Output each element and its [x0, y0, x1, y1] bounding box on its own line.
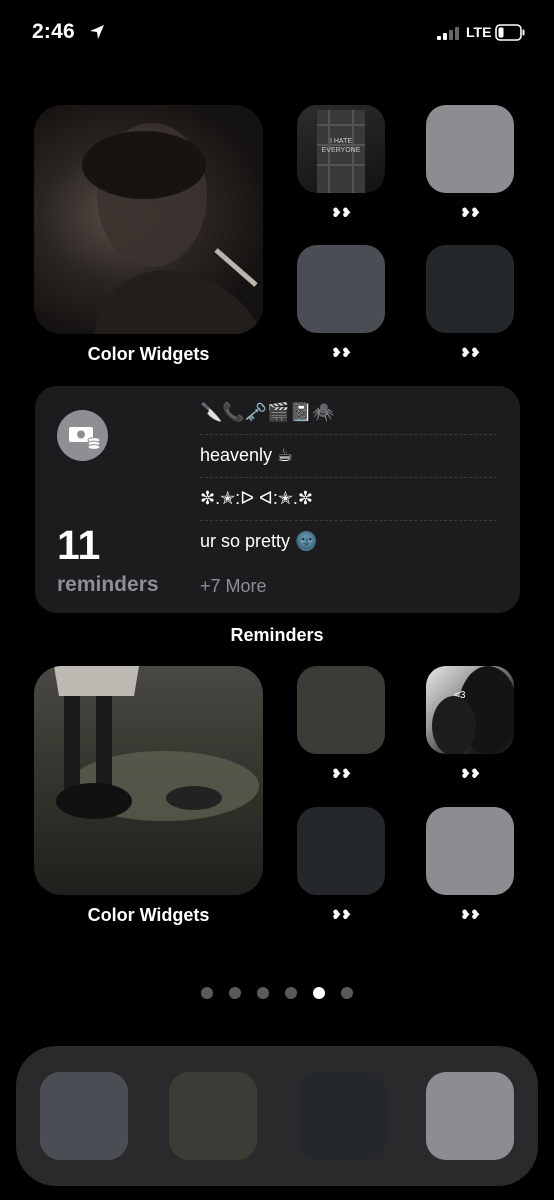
page-dot-active[interactable] [313, 987, 325, 999]
page-dot[interactable] [229, 987, 241, 999]
status-time: 2:46 [32, 20, 75, 43]
page-dot[interactable] [285, 987, 297, 999]
tile-label: ❥❥ [460, 345, 481, 360]
dock-app-olive[interactable] [169, 1072, 257, 1160]
widget-label: Color Widgets [87, 344, 210, 364]
app-tile-gray[interactable] [426, 807, 514, 895]
widget-label: Color Widgets [87, 905, 210, 925]
page-dot[interactable] [341, 987, 353, 999]
portrait-photo-icon [82, 123, 263, 334]
app-tile-slate[interactable] [297, 245, 385, 333]
shirt-photo-icon: I HATE EVERYONE [317, 110, 365, 193]
photo-widget-portrait[interactable] [34, 105, 263, 334]
reminders-caption: Reminders [230, 625, 324, 645]
dock-app-gray[interactable] [426, 1072, 514, 1160]
battery-icon [495, 24, 525, 41]
tile-label: ❥❥ [331, 205, 352, 220]
girl-photo-icon: <3 [432, 666, 514, 754]
app-tile-olive[interactable] [297, 666, 385, 754]
app-tile-charcoal[interactable] [426, 245, 514, 333]
page-dot[interactable] [257, 987, 269, 999]
app-tile-photo-girl[interactable]: <3 [426, 666, 514, 754]
tile-label: ❥❥ [460, 205, 481, 220]
tile-label: ❥❥ [331, 907, 352, 922]
app-tile-gray[interactable] [426, 105, 514, 193]
svg-text:I HATE: I HATE [330, 138, 352, 145]
app-tile-charcoal[interactable] [297, 807, 385, 895]
svg-text:EVERYONE: EVERYONE [322, 147, 361, 154]
page-dot[interactable] [201, 987, 213, 999]
reminders-count: 11 [57, 522, 101, 568]
tile-label: ❥❥ [331, 345, 352, 360]
puddle-photo-icon [54, 666, 259, 821]
reminders-count-label: reminders [57, 573, 159, 596]
money-icon [57, 410, 108, 461]
network-type: LTE [466, 24, 492, 40]
tile-label: ❥❥ [460, 766, 481, 781]
reminder-item[interactable]: ✼.✭:ᐅ ᐊ:✭.✼ [200, 477, 497, 521]
reminders-more-link[interactable]: +7 More [200, 576, 267, 597]
reminder-item[interactable]: ur so pretty 🌚 [200, 520, 497, 563]
photo-widget-puddle[interactable] [34, 666, 263, 895]
dock-app-slate[interactable] [40, 1072, 128, 1160]
reminder-item[interactable]: 🔪📞🗝️🎬📓🕷️ [200, 391, 497, 435]
tile-label: ❥❥ [460, 907, 481, 922]
location-arrow-icon [90, 25, 104, 39]
reminder-item[interactable]: heavenly ☕ [200, 434, 497, 478]
dock-app-charcoal[interactable] [298, 1072, 386, 1160]
cellular-signal-icon [437, 27, 462, 40]
app-tile-photo-shirt[interactable]: I HATE EVERYONE [297, 105, 385, 193]
svg-text:<3: <3 [454, 690, 466, 701]
tile-label: ❥❥ [331, 766, 352, 781]
